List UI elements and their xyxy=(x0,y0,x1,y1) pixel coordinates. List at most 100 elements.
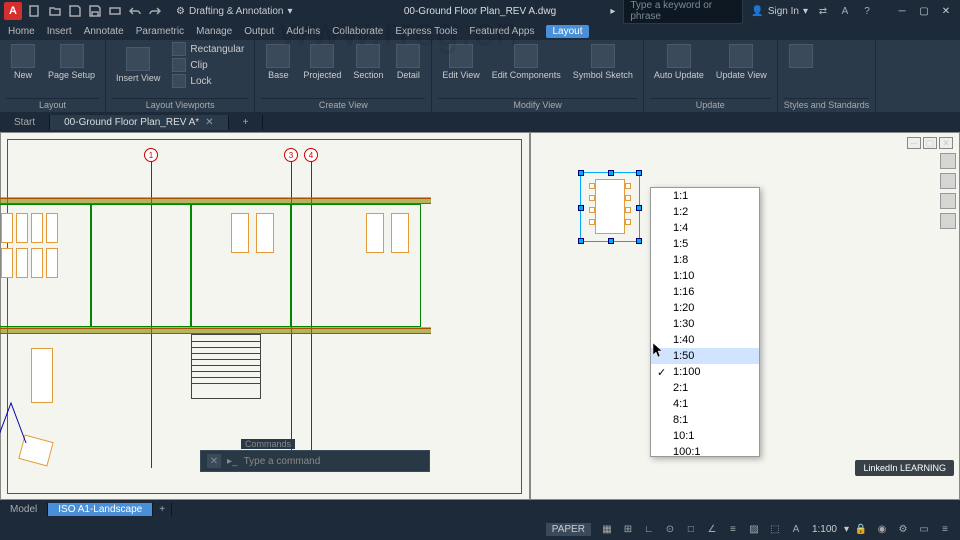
lineweight-icon[interactable]: ≡ xyxy=(724,521,742,537)
scale-option[interactable]: 1:30 xyxy=(651,316,759,332)
selection-icon[interactable]: ⬚ xyxy=(766,521,784,537)
osnap-icon[interactable]: □ xyxy=(682,521,700,537)
menu-tab-home[interactable]: Home xyxy=(8,26,35,37)
close-icon[interactable]: ✕ xyxy=(207,454,221,468)
ribbon-update-view-button[interactable]: Update View xyxy=(712,42,771,82)
qat-open-icon[interactable] xyxy=(48,4,62,18)
ribbon-panel-label: Layout xyxy=(6,98,99,110)
close-icon[interactable]: ✕ xyxy=(205,117,213,128)
scale-option[interactable]: 1:8 xyxy=(651,252,759,268)
otrack-icon[interactable]: ∠ xyxy=(703,521,721,537)
scale-option[interactable]: 1:40 xyxy=(651,332,759,348)
qat-save-icon[interactable] xyxy=(68,4,82,18)
layout-tabs: ModelISO A1-Landscape+ xyxy=(0,500,960,518)
scale-option[interactable]: 1:4 xyxy=(651,220,759,236)
ribbon-page-setup-button[interactable]: Page Setup xyxy=(44,42,99,82)
command-line[interactable]: ✕ ▸_ Type a command Commands xyxy=(200,450,430,472)
menu-tab-manage[interactable]: Manage xyxy=(196,26,232,37)
info-icon[interactable]: ▸ xyxy=(610,6,615,17)
paperspace-toggle[interactable]: PAPER xyxy=(546,523,591,536)
user-icon: 👤 xyxy=(751,6,763,17)
snap-icon[interactable]: ⊞ xyxy=(619,521,637,537)
scale-option[interactable]: 8:1 xyxy=(651,412,759,428)
qat-new-icon[interactable] xyxy=(28,4,42,18)
add-layout-button[interactable]: + xyxy=(153,503,172,516)
drawing-area[interactable]: 1 3 4 xyxy=(0,132,960,500)
app-icon[interactable]: A xyxy=(838,4,852,18)
doc-tab[interactable]: Start xyxy=(0,115,50,130)
chevron-down-icon: ▾ xyxy=(803,6,808,17)
scale-option[interactable]: 4:1 xyxy=(651,396,759,412)
polar-icon[interactable]: ⊙ xyxy=(661,521,679,537)
vp-minimize-icon[interactable]: ─ xyxy=(907,137,921,149)
chevron-down-icon[interactable]: ▾ xyxy=(844,524,849,535)
menu-tab-output[interactable]: Output xyxy=(244,26,274,37)
navbar-pan-icon[interactable] xyxy=(940,173,956,189)
scale-option[interactable]: 1:10 xyxy=(651,268,759,284)
menu-tab-annotate[interactable]: Annotate xyxy=(84,26,124,37)
cursor-icon xyxy=(653,343,665,359)
command-input[interactable]: Type a command xyxy=(244,456,423,467)
ribbon-auto-update-button[interactable]: Auto Update xyxy=(650,42,708,82)
close-button[interactable]: ✕ xyxy=(936,4,956,18)
minimize-button[interactable]: ─ xyxy=(892,4,912,18)
menu-tab-insert[interactable]: Insert xyxy=(47,26,72,37)
menu-tab-parametric[interactable]: Parametric xyxy=(136,26,184,37)
qat-saveas-icon[interactable] xyxy=(88,4,102,18)
navbar-orbit-icon[interactable] xyxy=(940,213,956,229)
grid-icon[interactable]: ▦ xyxy=(598,521,616,537)
annotation-scale[interactable]: 1:100 xyxy=(808,524,841,535)
scale-option[interactable]: 1:100 xyxy=(651,364,759,380)
ribbon-new-button[interactable]: New xyxy=(6,42,40,82)
vp-restore-icon[interactable]: ▢ xyxy=(923,137,937,149)
ribbon-insert-view-button[interactable]: Insert View xyxy=(112,45,164,85)
navbar-wheel-icon[interactable] xyxy=(940,153,956,169)
command-prompt-icon: ▸_ xyxy=(227,456,238,467)
ribbon-btn-button[interactable] xyxy=(784,42,818,72)
vp-close-icon[interactable]: ✕ xyxy=(939,137,953,149)
clean-icon[interactable]: ▭ xyxy=(915,521,933,537)
ribbon-symbol-sketch-button[interactable]: Symbol Sketch xyxy=(569,42,637,82)
layout-tab[interactable]: Model xyxy=(0,503,48,516)
menu-tab-layout[interactable]: Layout xyxy=(546,25,588,38)
scale-option[interactable]: 1:5 xyxy=(651,236,759,252)
ribbon-rectangular-button[interactable]: Rectangular xyxy=(168,42,248,56)
scale-option[interactable]: 1:2 xyxy=(651,204,759,220)
navbar-zoom-icon[interactable] xyxy=(940,193,956,209)
ribbon-lock-button[interactable]: Lock xyxy=(168,74,248,88)
maximize-button[interactable]: ▢ xyxy=(914,4,934,18)
exchange-icon[interactable]: ⇄ xyxy=(816,4,830,18)
ribbon-clip-button[interactable]: Clip xyxy=(168,58,248,72)
ortho-icon[interactable]: ∟ xyxy=(640,521,658,537)
annotation-icon[interactable]: A xyxy=(787,521,805,537)
watermark-badge: LinkedIn LEARNING xyxy=(855,460,954,476)
scale-option[interactable]: 100:1 xyxy=(651,444,759,457)
search-input[interactable]: Type a keyword or phrase xyxy=(623,0,743,24)
scale-option[interactable]: 1:1 xyxy=(651,188,759,204)
scale-dropdown-menu[interactable]: 1:11:21:41:51:81:101:161:201:301:401:501… xyxy=(650,187,760,457)
help-icon[interactable]: ? xyxy=(860,4,874,18)
isolate-icon[interactable]: ◉ xyxy=(873,521,891,537)
hardware-icon[interactable]: ⚙ xyxy=(894,521,912,537)
app-logo[interactable]: A xyxy=(4,2,22,20)
new-tab-button[interactable]: + xyxy=(229,115,264,130)
qat-plot-icon[interactable] xyxy=(108,4,122,18)
scale-option[interactable]: 1:20 xyxy=(651,300,759,316)
scale-option[interactable]: 1:16 xyxy=(651,284,759,300)
scale-option[interactable]: 10:1 xyxy=(651,428,759,444)
qat-undo-icon[interactable] xyxy=(128,4,142,18)
scale-option[interactable]: 1:50 xyxy=(651,348,759,364)
signin-button[interactable]: 👤 Sign In ▾ xyxy=(751,6,808,17)
workspace-dropdown[interactable]: ⚙ Drafting & Annotation ▾ xyxy=(176,6,293,17)
scale-option[interactable]: 2:1 xyxy=(651,380,759,396)
layout-tab[interactable]: ISO A1-Landscape xyxy=(48,503,153,516)
grid-bubble: 4 xyxy=(304,148,318,162)
customize-icon[interactable]: ≡ xyxy=(936,521,954,537)
transparency-icon[interactable]: ▨ xyxy=(745,521,763,537)
ribbon-panel-label: Create View xyxy=(261,98,425,110)
doc-tab[interactable]: 00-Ground Floor Plan_REV A*✕ xyxy=(50,115,228,130)
selected-viewport[interactable] xyxy=(580,172,640,242)
qat-redo-icon[interactable] xyxy=(148,4,162,18)
lock-icon[interactable]: 🔒 xyxy=(852,521,870,537)
document-tabs: Start00-Ground Floor Plan_REV A*✕+ xyxy=(0,112,960,132)
